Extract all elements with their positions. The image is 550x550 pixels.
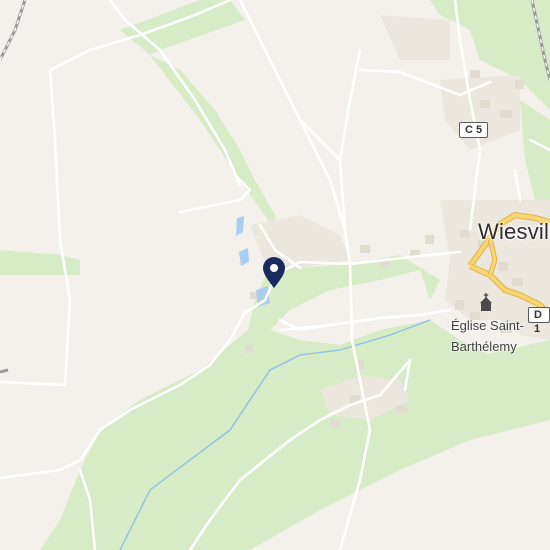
poi-label: Église Saint- Barthélemy xyxy=(451,315,524,357)
map-view[interactable]: Wiesville Église Saint- Barthélemy C 5 D… xyxy=(0,0,550,550)
map-canvas xyxy=(0,0,550,550)
poi-label-line2: Barthélemy xyxy=(451,339,517,354)
poi-label-line1: Église Saint- xyxy=(451,318,524,333)
road-shield-c5: C 5 xyxy=(459,122,489,138)
road-shield-d1: D 1 xyxy=(528,307,550,335)
place-label-town: Wiesville xyxy=(478,219,550,244)
